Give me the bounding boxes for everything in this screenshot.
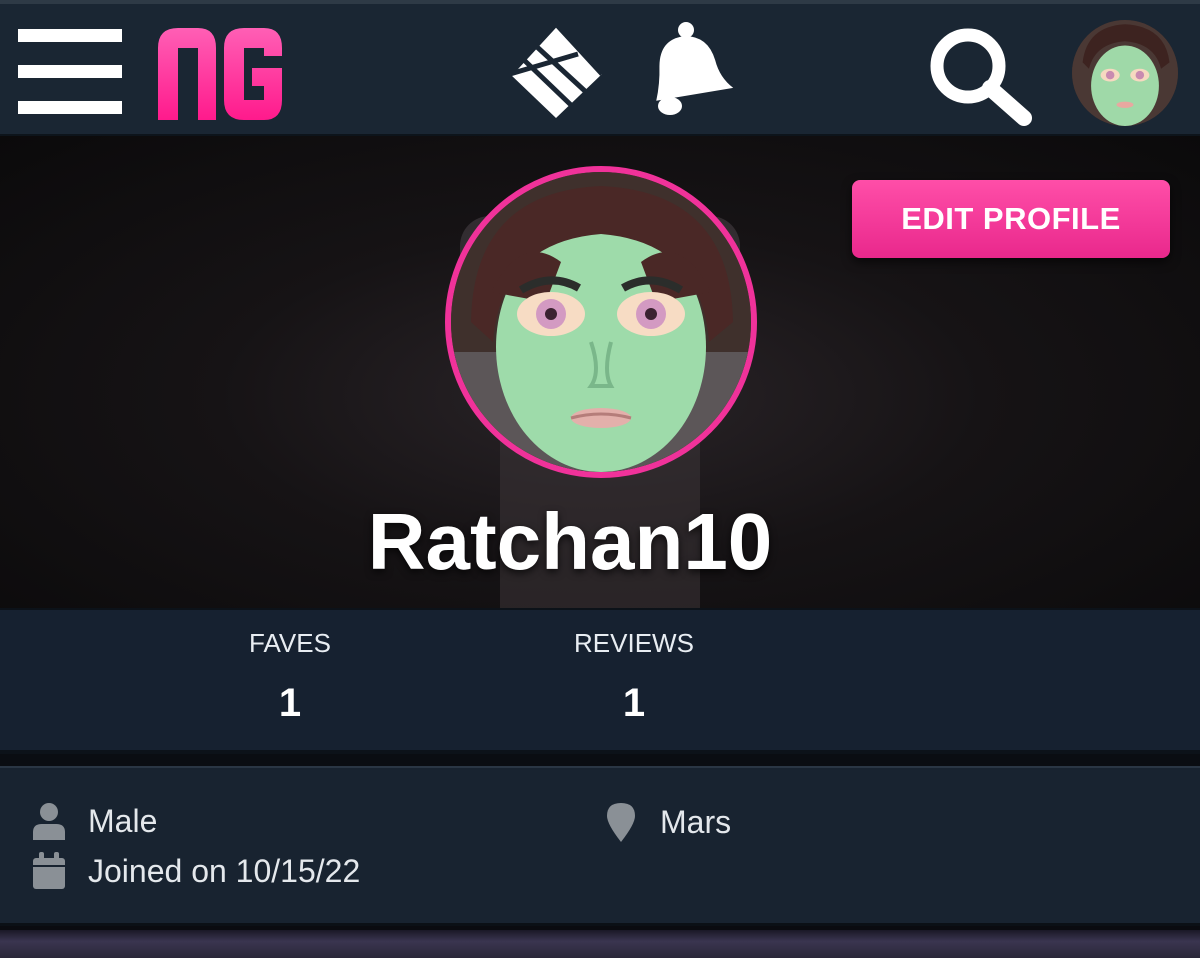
profile-info: Male Joined on 10/15/22 Mars bbox=[0, 766, 1200, 926]
profile-banner: EDIT PROFILE Ratchan10 bbox=[0, 136, 1200, 608]
newgrounds-logo[interactable] bbox=[156, 24, 286, 124]
next-section-edge bbox=[0, 926, 1200, 958]
calendar-icon bbox=[33, 852, 65, 889]
map-pin-icon bbox=[607, 803, 635, 842]
bell-icon[interactable] bbox=[632, 18, 734, 120]
top-navigation-bar bbox=[0, 0, 1200, 136]
gender-text: Male bbox=[88, 802, 158, 839]
joined-text: Joined on 10/15/22 bbox=[88, 852, 361, 889]
gender-row: Male bbox=[32, 802, 157, 840]
profile-stats: FAVES 1 REVIEWS 1 bbox=[0, 608, 1200, 754]
stat-reviews[interactable]: REVIEWS 1 bbox=[524, 628, 744, 726]
stat-value: 1 bbox=[278, 681, 302, 725]
user-avatar[interactable] bbox=[1072, 20, 1178, 126]
stat-label: REVIEWS bbox=[574, 628, 694, 658]
person-icon bbox=[33, 803, 65, 840]
location-row: Mars bbox=[604, 802, 731, 842]
hamburger-menu-icon[interactable] bbox=[18, 29, 122, 115]
username: Ratchan10 bbox=[367, 497, 773, 586]
stat-faves[interactable]: FAVES 1 bbox=[180, 628, 400, 726]
stat-value: 1 bbox=[622, 681, 646, 725]
joined-row: Joined on 10/15/22 bbox=[32, 852, 360, 890]
search-icon[interactable] bbox=[926, 24, 1036, 128]
edit-profile-button[interactable]: EDIT PROFILE bbox=[852, 180, 1170, 258]
stat-label: FAVES bbox=[249, 628, 331, 658]
envelope-icon[interactable] bbox=[502, 22, 608, 122]
profile-picture bbox=[445, 166, 757, 478]
location-text: Mars bbox=[660, 803, 732, 840]
